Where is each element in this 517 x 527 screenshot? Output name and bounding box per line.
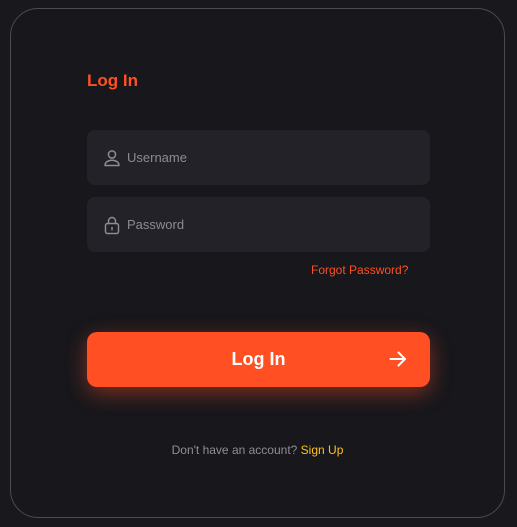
username-field[interactable] [87,130,430,185]
login-button-label: Log In [231,349,286,369]
username-input[interactable] [127,130,417,185]
signup-link[interactable]: Sign Up [301,443,344,457]
page-title: Log In [87,71,138,90]
password-field[interactable] [87,197,430,252]
user-icon [102,148,122,168]
signup-prompt: Don't have an account? [171,443,298,457]
login-button[interactable]: Log In [87,332,430,387]
password-input[interactable] [127,197,417,252]
lock-icon [102,215,122,235]
signup-row: Don't have an account? Sign Up [11,443,504,457]
arrow-right-icon [388,349,408,369]
login-card: Log In Forgot Password? Log In [10,8,505,518]
forgot-password-link[interactable]: Forgot Password? [311,263,408,277]
